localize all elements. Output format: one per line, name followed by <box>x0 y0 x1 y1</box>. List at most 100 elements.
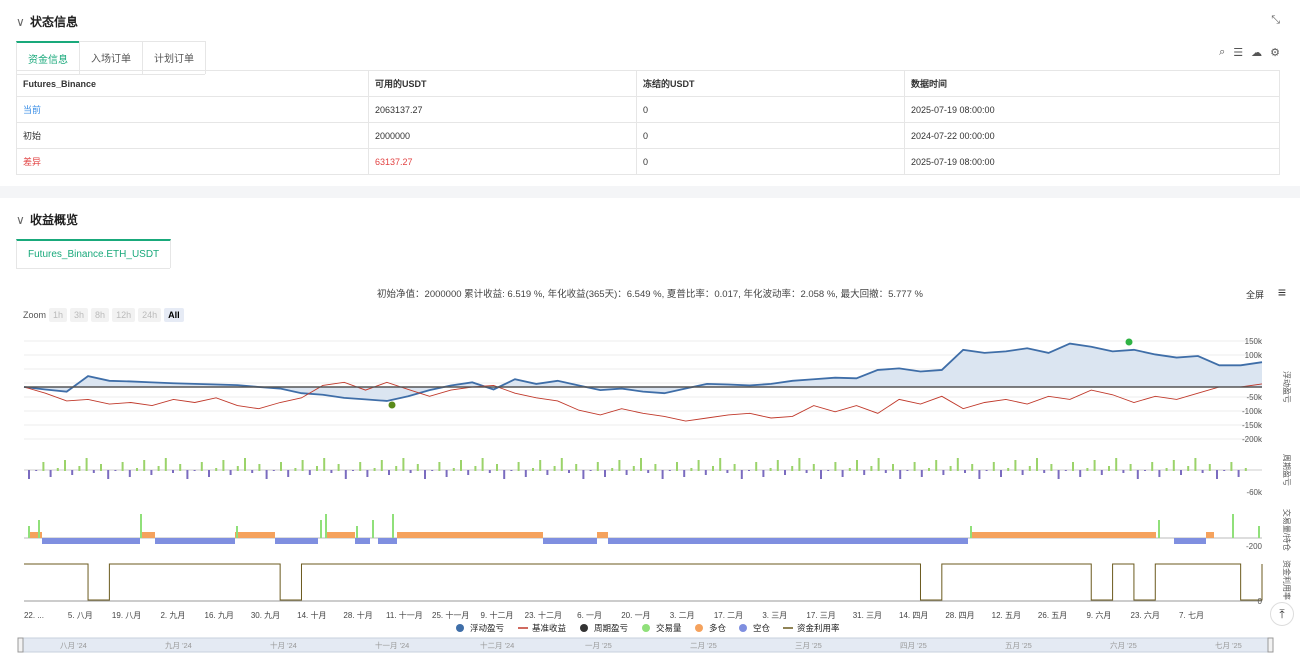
period-bar <box>366 470 369 477</box>
period-bar <box>186 470 189 479</box>
short-position-bar <box>378 538 397 544</box>
period-bar <box>323 458 326 471</box>
period-bar <box>848 468 851 471</box>
legend-item-label: 周期盈亏 <box>594 623 628 633</box>
period-bar <box>272 470 275 471</box>
period-bar <box>1043 470 1046 473</box>
period-bar <box>532 468 534 471</box>
period-bar <box>208 470 210 477</box>
period-bar <box>1093 460 1096 471</box>
x-tick-label: 17. 二月 <box>714 611 743 620</box>
navigator-label: 九月 '24 <box>165 641 192 650</box>
period-bar <box>1158 470 1161 477</box>
volume-bar <box>356 526 358 538</box>
x-tick-label: 14. 四月 <box>899 611 928 620</box>
x-tick-label: 2. 九月 <box>160 611 185 620</box>
long-position-bar <box>1206 532 1214 538</box>
short-position-bar <box>155 538 235 544</box>
period-bar <box>373 468 376 471</box>
legend-item-label: 基准收益 <box>532 623 567 633</box>
x-tick-label: 20. 一月 <box>621 611 650 620</box>
period-bar <box>481 458 484 471</box>
period-bar <box>114 470 117 471</box>
period-bar <box>1007 468 1010 471</box>
period-bar <box>784 470 786 475</box>
period-bar <box>49 470 52 477</box>
period-bar <box>258 464 261 471</box>
period-bar <box>740 470 743 479</box>
period-bar <box>488 470 491 473</box>
period-bar <box>1172 460 1175 471</box>
period-bar <box>1050 464 1053 471</box>
volume-bar <box>1232 514 1234 538</box>
x-tick-label: 5. 八月 <box>68 611 93 620</box>
period-bar <box>812 464 815 471</box>
period-bar <box>769 468 772 471</box>
volume-bar <box>970 526 972 538</box>
period-bar <box>733 464 736 471</box>
long-position-bar <box>972 532 1156 538</box>
legend-dot-symbol <box>695 624 703 632</box>
period-bar <box>1079 470 1082 477</box>
short-position-bar <box>275 538 318 544</box>
navigator-label: 三月 '25 <box>795 641 822 650</box>
utilization-line <box>24 563 1263 601</box>
period-bar <box>971 464 974 471</box>
period-bar <box>1122 470 1125 473</box>
period-bar <box>193 470 196 471</box>
period-bar <box>964 470 966 473</box>
period-bar <box>352 470 354 471</box>
period-bar <box>834 462 837 471</box>
period-bar <box>1165 468 1168 471</box>
period-bar <box>402 458 405 471</box>
short-position-bar <box>608 538 968 544</box>
x-tick-label: 22. ... <box>24 611 44 620</box>
period-bar <box>913 462 916 471</box>
period-bar <box>755 462 758 471</box>
period-bar <box>136 468 138 471</box>
period-bar <box>1028 466 1031 471</box>
period-bar <box>776 460 779 471</box>
period-bar <box>78 466 81 471</box>
period-bar <box>1216 470 1218 479</box>
period-bar <box>388 470 390 475</box>
x-tick-label: 6. 一月 <box>577 611 602 620</box>
navigator-label: 六月 '25 <box>1110 640 1137 650</box>
period-bar <box>625 470 628 475</box>
long-position-bar <box>326 532 355 538</box>
period-bar <box>920 470 923 477</box>
period-bar <box>1151 462 1154 471</box>
period-bar <box>618 460 621 471</box>
period-bar <box>157 466 160 471</box>
period-bar <box>589 470 592 471</box>
x-tick-label: 12. 五月 <box>992 611 1021 620</box>
period-bar <box>884 470 887 473</box>
period-bar <box>474 466 477 471</box>
period-bar <box>647 470 650 473</box>
period-bar <box>640 458 642 471</box>
volume-bar <box>372 520 374 538</box>
volume-bar <box>1258 526 1260 538</box>
period-bar <box>215 468 218 471</box>
period-bar <box>762 470 765 477</box>
long-position-bar <box>30 532 42 538</box>
y-axis-title: 浮动盈亏 <box>1282 371 1292 403</box>
period-bar <box>726 470 729 473</box>
x-tick-label: 31. 三月 <box>853 611 882 620</box>
period-bar <box>1100 470 1103 475</box>
period-bar <box>524 470 527 477</box>
period-bar <box>877 458 880 471</box>
legend-dot-symbol <box>580 624 588 632</box>
short-position-bar <box>355 538 370 544</box>
x-tick-label: 3. 三月 <box>762 611 787 620</box>
period-bar <box>344 470 347 479</box>
x-tick-label: 9. 十二月 <box>481 610 514 620</box>
period-bar <box>64 460 66 471</box>
period-bar <box>568 470 570 473</box>
period-bar <box>438 462 441 471</box>
period-bar <box>92 470 95 473</box>
period-bar <box>56 468 59 471</box>
period-bar <box>150 470 153 475</box>
volume-bar <box>320 520 322 538</box>
x-tick-label: 16. 九月 <box>205 611 234 620</box>
